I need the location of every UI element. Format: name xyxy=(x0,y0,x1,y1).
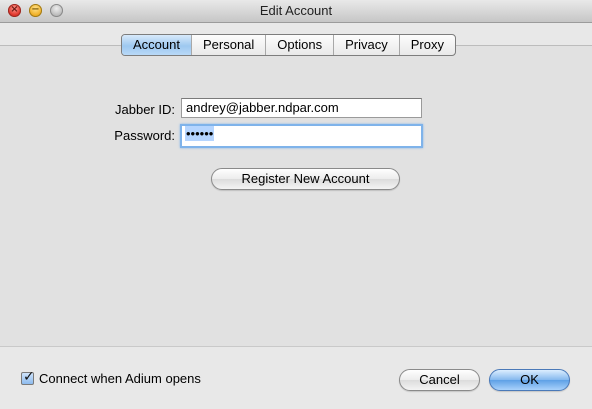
connect-checkbox[interactable]: ✓ xyxy=(21,369,35,385)
tab-privacy[interactable]: Privacy xyxy=(333,35,399,55)
cancel-button[interactable]: Cancel xyxy=(399,369,480,391)
window-title: Edit Account xyxy=(259,3,333,18)
jabber-id-value: andrey@jabber.ndpar.com xyxy=(186,100,339,115)
jabber-id-label: Jabber ID: xyxy=(115,102,175,117)
tab-proxy[interactable]: Proxy xyxy=(398,35,455,55)
password-field[interactable]: •••••• xyxy=(180,124,423,148)
checkmark-icon: ✓ xyxy=(23,369,35,385)
edit-account-window: × − Edit Account Account Personal Option… xyxy=(0,0,592,409)
ok-button[interactable]: OK xyxy=(489,369,570,391)
tab-options[interactable]: Options xyxy=(265,35,333,55)
register-new-account-button[interactable]: Register New Account xyxy=(211,168,400,190)
password-value: •••••• xyxy=(185,126,215,141)
content-panel xyxy=(0,45,592,347)
tab-personal[interactable]: Personal xyxy=(190,35,265,55)
connect-label: Connect when Adium opens xyxy=(39,371,201,386)
jabber-id-field[interactable]: andrey@jabber.ndpar.com xyxy=(181,98,422,118)
tab-account[interactable]: Account xyxy=(122,35,191,55)
title-bar[interactable]: × − Edit Account xyxy=(0,0,592,23)
tab-bar: Account Personal Options Privacy Proxy xyxy=(121,34,456,56)
password-label: Password: xyxy=(114,128,175,143)
